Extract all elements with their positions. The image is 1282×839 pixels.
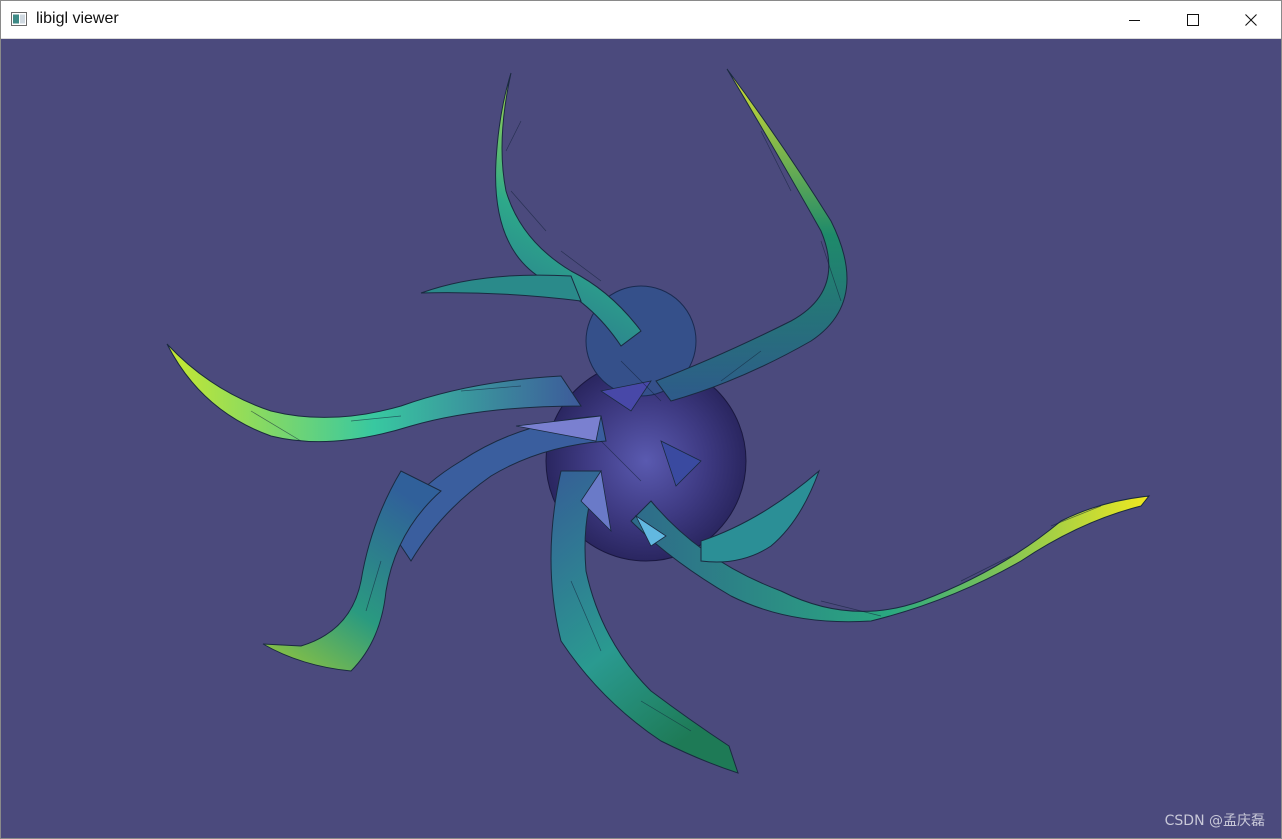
watermark: CSDN @孟庆磊 xyxy=(1164,813,1265,829)
app-window-icon xyxy=(11,12,27,26)
window-title: libigl viewer xyxy=(36,10,119,27)
maximize-button[interactable] xyxy=(1164,1,1222,38)
maximize-icon xyxy=(1187,13,1199,26)
minimize-button[interactable] xyxy=(1106,1,1164,38)
3d-viewport[interactable]: CSDN @孟庆磊 xyxy=(1,39,1281,838)
close-button[interactable] xyxy=(1222,1,1280,38)
close-icon xyxy=(1245,13,1257,26)
app-window: libigl viewer CSDN @孟庆磊 xyxy=(0,0,1282,839)
minimize-icon xyxy=(1129,19,1140,21)
octopus-mesh xyxy=(166,68,1151,774)
title-bar[interactable]: libigl viewer xyxy=(1,1,1281,39)
